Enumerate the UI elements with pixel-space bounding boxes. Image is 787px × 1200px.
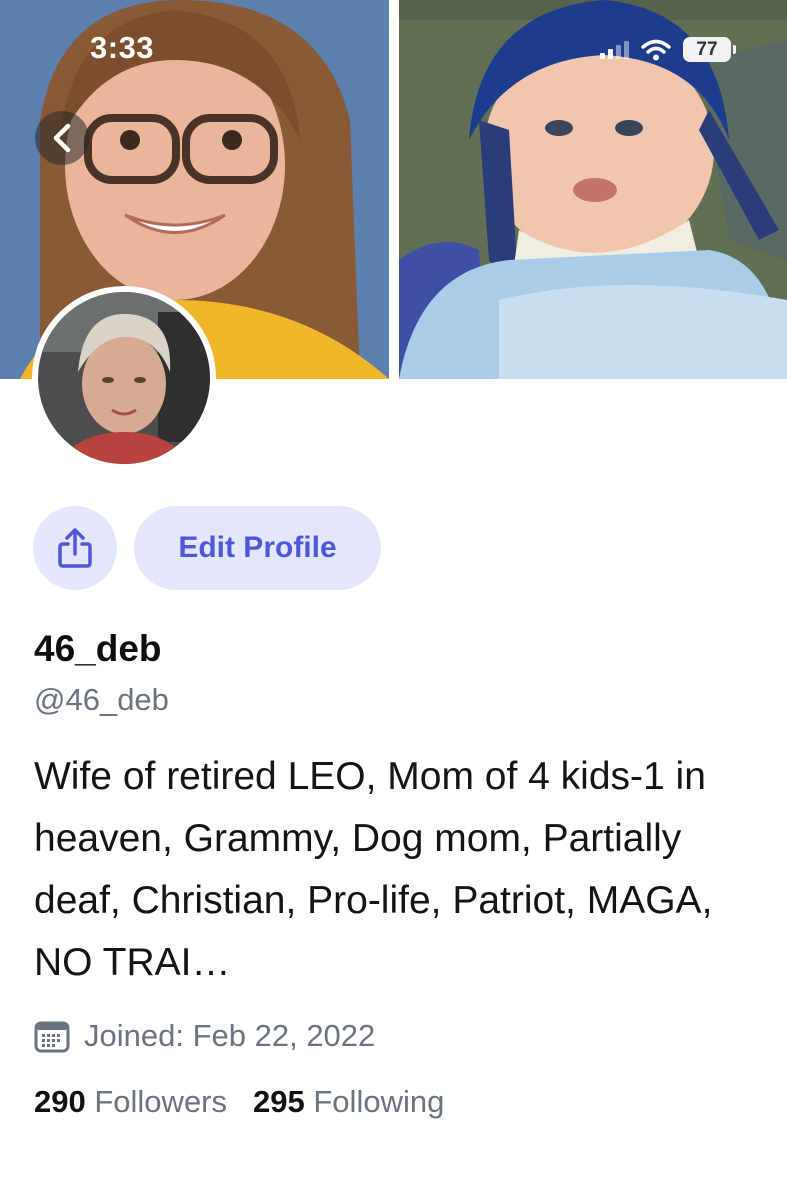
wifi-icon	[641, 39, 671, 60]
status-icons: 77	[600, 37, 736, 62]
calendar-icon	[34, 1021, 70, 1053]
following-count: 295	[253, 1084, 305, 1119]
joined-label: Joined: Feb 22, 2022	[84, 1018, 376, 1053]
user-handle: @46_deb	[34, 682, 169, 717]
banner-gap	[389, 0, 399, 379]
battery-indicator: 77	[683, 37, 736, 62]
edit-profile-button[interactable]: Edit Profile	[134, 506, 381, 590]
following-stat[interactable]: 295 Following	[253, 1084, 444, 1120]
joined-date: Joined: Feb 22, 2022	[34, 1018, 375, 1054]
followers-label: Followers	[94, 1084, 228, 1119]
follow-stats: 290 Followers 295 Following	[34, 1084, 444, 1120]
avatar[interactable]	[32, 286, 216, 470]
avatar-photo	[38, 292, 210, 464]
back-button[interactable]	[35, 111, 89, 165]
status-time: 3:33	[90, 30, 155, 65]
share-button[interactable]	[33, 506, 117, 590]
chevron-left-icon	[53, 123, 71, 153]
profile-bio: Wife of retired LEO, Mom of 4 kids-1 in …	[34, 755, 713, 984]
followers-stat[interactable]: 290 Followers	[34, 1084, 227, 1120]
share-icon	[58, 528, 92, 568]
display-name: 46_deb	[34, 628, 162, 669]
cellular-signal-icon	[600, 40, 629, 59]
following-label: Following	[313, 1084, 445, 1119]
followers-count: 290	[34, 1084, 86, 1119]
